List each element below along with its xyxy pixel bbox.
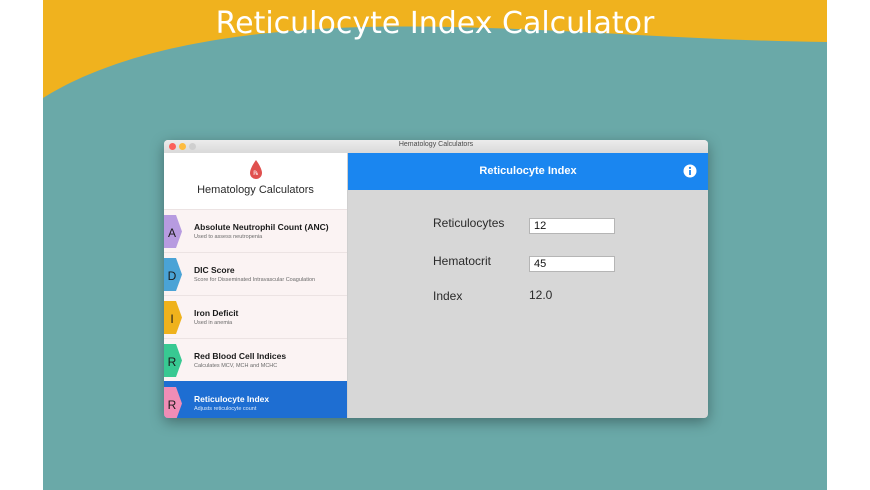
window-title: Hematology Calculators	[398, 141, 474, 148]
sidebar-item-anc[interactable]: A Absolute Neutrophil Count (ANC) Used t…	[164, 209, 347, 253]
main-header: Reticulocyte Index	[348, 153, 708, 190]
sidebar-title: Hematology Calculators	[197, 184, 314, 196]
sidebar-header: ℞ Hematology Calculators	[164, 153, 347, 209]
badge-letter: A	[167, 226, 176, 240]
sidebar: ℞ Hematology Calculators A Absolute Neut…	[164, 153, 348, 418]
svg-text:℞: ℞	[253, 170, 258, 177]
blood-drop-icon: ℞	[250, 160, 262, 179]
reticulocytes-label: Reticulocytes	[433, 216, 505, 230]
sidebar-item-label: Reticulocyte Index	[194, 394, 270, 404]
sidebar-item-desc: Calculates MCV, MCH and MCHC	[194, 363, 278, 369]
badge-letter: R	[167, 398, 177, 412]
info-icon[interactable]	[683, 164, 697, 178]
sidebar-item-iron-deficit[interactable]: I Iron Deficit Used in anemia	[164, 295, 347, 339]
badge-letter: R	[167, 355, 177, 369]
sidebar-item-desc: Used to assess neutropenia	[194, 234, 263, 240]
banner-title: Reticulocyte Index Calculator	[215, 6, 655, 41]
promo-background: Reticulocyte Index Calculator Hematology…	[43, 0, 827, 490]
sidebar-item-desc: Adjusts reticulocyte count	[194, 406, 257, 412]
page-title: Reticulocyte Index	[479, 165, 577, 177]
sidebar-item-label: DIC Score	[194, 265, 235, 275]
reticulocytes-input[interactable]	[529, 218, 615, 234]
index-label: Index	[433, 289, 463, 303]
sidebar-item-label: Red Blood Cell Indices	[194, 351, 287, 361]
sidebar-item-reticulocyte-index[interactable]: R Reticulocyte Index Adjusts reticulocyt…	[164, 381, 347, 418]
badge-letter: D	[167, 269, 177, 283]
window-titlebar[interactable]: Hematology Calculators	[164, 140, 708, 154]
sidebar-item-desc: Used in anemia	[194, 320, 233, 326]
hematocrit-label: Hematocrit	[433, 254, 492, 268]
sidebar-item-label: Iron Deficit	[194, 308, 239, 318]
sidebar-item-label: Absolute Neutrophil Count (ANC)	[194, 222, 329, 232]
hematocrit-input[interactable]	[529, 256, 615, 272]
app-window: Hematology Calculators ℞ Hematology Calc…	[164, 140, 708, 418]
sidebar-item-dic[interactable]: D DIC Score Score for Disseminated Intra…	[164, 252, 347, 296]
index-value: 12.0	[529, 288, 553, 302]
sidebar-item-rbc-indices[interactable]: R Red Blood Cell Indices Calculates MCV,…	[164, 338, 347, 382]
badge-letter: I	[170, 312, 174, 326]
sidebar-item-desc: Score for Disseminated Intravascular Coa…	[194, 277, 316, 283]
